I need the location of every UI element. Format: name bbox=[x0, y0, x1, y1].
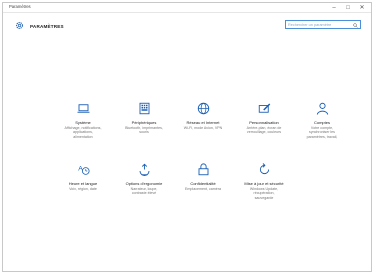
tile-description: Windows Update, récupération, sauvegarde bbox=[249, 186, 279, 200]
tile-ease-of-access[interactable]: Options d'ergonomie Narrateur, loupe, con… bbox=[116, 162, 172, 196]
settings-window: Paramètres – □ ✕ PARAMÈTRES Système bbox=[2, 2, 372, 272]
keyboard-icon bbox=[139, 102, 149, 115]
person-icon bbox=[316, 102, 328, 115]
update-icon bbox=[259, 163, 269, 175]
tile-title: Réseau et Internet bbox=[186, 120, 220, 125]
tile-personalization[interactable]: Personnalisation Arrière-plan, écran de v… bbox=[236, 101, 292, 135]
tile-description: Bluetooth, imprimantes, souris bbox=[125, 125, 163, 135]
tile-description: Wi-Fi, mode Avion, VPN bbox=[183, 125, 223, 130]
tile-network[interactable]: Réseau et Internet Wi-Fi, mode Avion, VP… bbox=[175, 101, 231, 130]
ease-of-access-icon bbox=[139, 163, 149, 176]
tile-description: Voix, région, date bbox=[69, 186, 97, 191]
tile-title: Comptes bbox=[313, 120, 330, 125]
settings-categories: Système Affichage, notifications, applica… bbox=[3, 3, 371, 271]
tile-title: Mise à jour et sécurité bbox=[244, 181, 284, 186]
tile-title: Options d'ergonomie bbox=[125, 181, 163, 186]
tile-description: Affichage, notifications, applications, al… bbox=[64, 125, 102, 139]
tile-description: Votre compte, synchroniser les paramètres,… bbox=[306, 125, 338, 139]
tile-privacy[interactable]: Confidentialité Emplacement, caméra bbox=[175, 162, 231, 191]
tile-title: Heure et langue bbox=[68, 181, 98, 186]
laptop-icon bbox=[77, 104, 89, 113]
tile-devices[interactable]: Périphériques Bluetooth, imprimantes, sou… bbox=[116, 101, 172, 135]
time-language-icon: A bbox=[78, 165, 90, 175]
paintbrush-icon bbox=[258, 103, 270, 113]
tile-time-language[interactable]: A Heure et langue Voix, région, date bbox=[55, 162, 111, 191]
tile-system[interactable]: Système Affichage, notifications, applica… bbox=[55, 101, 111, 139]
tile-title: Système bbox=[75, 120, 91, 125]
tile-title: Personnalisation bbox=[249, 120, 279, 125]
lock-icon bbox=[198, 163, 208, 176]
globe-icon bbox=[197, 102, 209, 115]
tile-description: Emplacement, caméra bbox=[185, 186, 221, 191]
tile-description: Arrière-plan, écran de verrouillage, coul… bbox=[246, 125, 282, 135]
tile-description: Narrateur, loupe, contraste élevé bbox=[130, 186, 158, 196]
tile-accounts[interactable]: Comptes Votre compte, synchroniser les par… bbox=[294, 101, 350, 139]
tile-title: Confidentialité bbox=[190, 181, 216, 186]
tile-update-security[interactable]: Mise à jour et sécurité Windows Update, r… bbox=[236, 162, 292, 200]
tile-title: Périphériques bbox=[131, 120, 157, 125]
